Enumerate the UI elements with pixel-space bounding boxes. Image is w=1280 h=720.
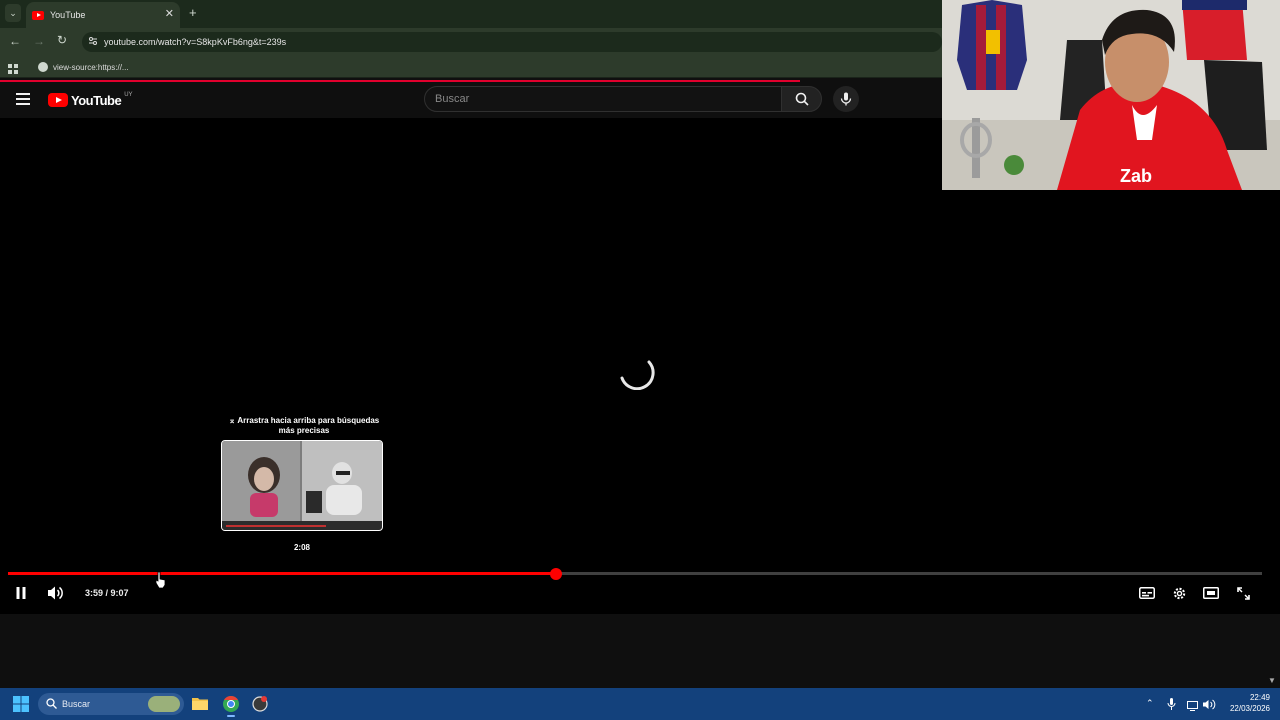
reload-icon[interactable]: ↻ [57,33,67,47]
volume-button[interactable] [44,581,68,605]
taskbar-search[interactable]: Buscar [38,693,184,715]
webcam-overlay: Zab [942,0,1280,190]
preview-hint: ⌅ Arrastra hacia arriba para búsquedas m… [228,416,380,435]
hand-cursor-icon [155,571,166,589]
menu-icon[interactable] [16,93,30,105]
taskbar-search-label: Buscar [62,699,91,709]
progress-played [8,572,556,575]
bookmark-item[interactable]: view-source:https://... [38,60,129,74]
new-tab-icon[interactable]: + [189,5,197,20]
youtube-logo[interactable]: YouTube UY [48,92,133,108]
url-text: youtube.com/watch?v=S8kpKvFb6ng&t=239s [104,37,287,47]
seek-preview-thumbnail [221,440,383,531]
settings-button[interactable] [1167,581,1191,605]
show-hidden-icons[interactable]: ⌃ [1146,698,1154,709]
voice-search-button[interactable] [833,86,859,112]
youtube-favicon-icon [32,10,44,20]
search-button[interactable] [781,86,822,112]
youtube-play-icon [48,93,68,107]
chrome-taskbar-icon[interactable] [222,695,240,717]
bookmark-label: view-source:https://... [53,62,129,72]
tab-list-icon[interactable]: ⌄ [5,4,21,22]
pause-button[interactable] [9,581,33,605]
loading-spinner-icon [620,360,655,390]
network-icon[interactable] [1187,698,1199,716]
volume-icon [48,586,63,600]
subtitles-button[interactable] [1135,581,1159,605]
site-info-icon[interactable] [88,36,98,46]
tab-title: YouTube [50,10,86,20]
microphone-tray-icon[interactable] [1167,697,1176,715]
forward-icon[interactable]: → [33,34,45,48]
page-body-area [0,614,1280,688]
system-clock[interactable]: 22:49 22/03/2026 [1218,692,1270,714]
scroll-down-icon[interactable]: ▼ [1268,676,1276,685]
address-bar[interactable]: youtube.com/watch?v=S8kpKvFb6ng&t=239s [82,32,942,52]
time-display: 3:59 / 9:07 [85,588,129,598]
clock-time: 22:49 [1249,693,1270,702]
search-placeholder: Buscar [435,93,470,105]
file-explorer-icon[interactable] [192,696,208,715]
speaker-icon[interactable] [1203,697,1216,715]
subtitles-icon [1139,587,1155,599]
microphone-icon [840,92,852,106]
globe-icon [38,62,48,72]
back-icon[interactable]: ← [9,34,21,48]
clock-date: 22/03/2026 [1229,704,1270,713]
close-icon[interactable]: ✕ [165,7,174,20]
app-taskbar-icon[interactable] [251,695,269,713]
progress-scrubber[interactable] [549,568,562,580]
search-input[interactable]: Buscar [424,86,782,112]
search-icon [46,698,57,709]
search-highlight-icon [148,696,180,712]
windows-start-icon[interactable] [13,696,29,717]
browser-tab[interactable]: YouTube ✕ [26,2,180,28]
country-code: UY [124,92,133,98]
apps-icon[interactable] [8,61,18,74]
svg-text:Zab: Zab [1120,166,1152,186]
preview-time: 2:08 [293,543,310,552]
gear-icon [1173,587,1185,599]
logo-text: YouTube [71,92,122,108]
theater-icon [1203,587,1219,599]
theater-mode-button[interactable] [1199,581,1223,605]
pause-icon [16,587,26,599]
fullscreen-button[interactable] [1231,581,1255,605]
search-icon [795,92,809,106]
fullscreen-icon [1236,586,1250,600]
